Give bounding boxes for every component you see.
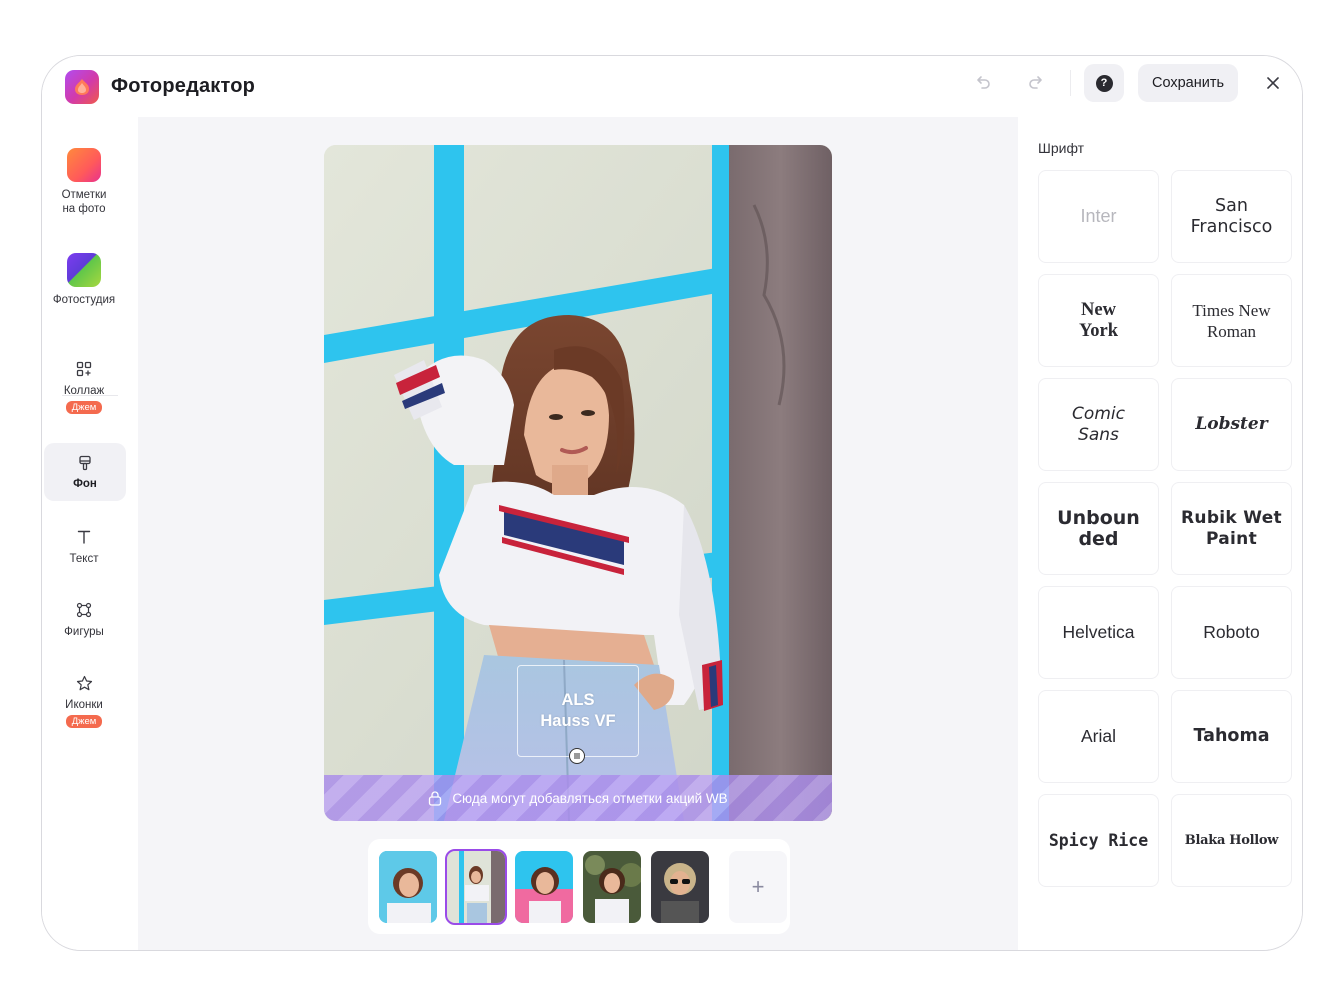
font-option-san-francisco[interactable]: San Francisco [1171,170,1292,263]
app-logo-icon [65,69,99,104]
text-icon [75,528,93,546]
font-option-helvetica[interactable]: Helvetica [1038,586,1159,679]
collage-icon [75,360,93,378]
sidebar-item-photo-notes[interactable]: Отметки на фото [42,148,126,216]
font-option-unbounded[interactable]: Unboun ded [1038,482,1159,575]
close-icon [1267,77,1279,89]
photo-canvas[interactable]: ALS Hauss VF Сюда могут добавляться отме… [324,145,832,821]
sidebar-item-photostudio[interactable]: Фотостудия [42,253,126,307]
canvas-area: ALS Hauss VF Сюда могут добавляться отме… [138,117,1018,950]
wb-promo-notice: Сюда могут добавляться отметки акций WB [324,775,832,821]
panel-title: Шрифт [1038,140,1085,156]
app-header: Фоторедактор ? Сохранить [42,56,1302,117]
move-handle-icon[interactable] [569,748,585,764]
font-panel: Шрифт Inter San Francisco New York Times… [1018,117,1302,950]
sidebar-item-background[interactable]: Фон [44,443,126,501]
sidebar-item-label: Текст [69,553,99,565]
sidebar-item-label: Фигуры [64,626,104,638]
app-title: Фоторедактор [111,75,256,97]
thumbnail-2[interactable] [445,848,507,925]
sidebar-item-icons[interactable]: Иконки Джем [42,674,126,728]
font-option-inter[interactable]: Inter [1038,170,1159,263]
help-button[interactable]: ? [1084,64,1124,102]
thumbnail-3[interactable] [515,850,573,923]
undo-icon [977,76,990,89]
sidebar-item-label: Фон [73,477,97,490]
font-option-lobster[interactable]: Lobster [1171,378,1292,471]
font-option-label: Unboun [1057,506,1140,529]
thumbnail-1[interactable] [379,850,437,923]
font-option-roboto[interactable]: Roboto [1171,586,1292,679]
sidebar-item-label: Фотостудия [52,294,116,306]
left-toolbar: Отметки на фото Фотостудия Коллаж Джем Ф… [42,117,138,950]
font-option-times-new-roman[interactable]: Times New Roman [1171,274,1292,367]
font-option-comic-sans[interactable]: Comic Sans [1038,378,1159,471]
shapes-icon [75,601,93,619]
sidebar-item-label: Отметки на фото [61,189,107,215]
thumbnail-4[interactable] [583,850,641,923]
text-layer-line-2: Hauss VF [540,712,616,730]
text-layer-box[interactable]: ALS Hauss VF [517,665,639,757]
font-option-rubik-wet-paint[interactable]: Rubik Wet Paint [1171,482,1292,575]
editor-window: Фоторедактор ? Сохранить Отметки на фото… [41,55,1303,951]
font-option-blaka-hollow[interactable]: Blaka Hollow [1171,794,1292,887]
font-option-spicy-rice[interactable]: Spicy Rice [1038,794,1159,887]
thumbnail-5[interactable] [651,850,709,923]
font-option-label: ded [1078,527,1119,550]
redo-button[interactable] [1016,64,1056,102]
add-photo-button[interactable]: + [729,850,787,923]
jam-badge: Джем [65,715,103,728]
header-divider [1070,70,1071,96]
sidebar-item-label: Иконки [65,699,103,711]
font-grid: Inter San Francisco New York Times New R… [1038,170,1292,887]
studio-app-icon [67,253,101,287]
help-icon: ? [1095,74,1113,92]
brush-icon [76,454,94,472]
sidebar-item-shapes[interactable]: Фигуры [42,601,126,639]
save-button[interactable]: Сохранить [1138,64,1238,102]
star-icon [75,674,93,692]
thumbnail-strip: + [368,839,790,934]
close-button[interactable] [1255,64,1291,102]
sidebar-item-collage[interactable]: Коллаж Джем [42,360,126,414]
wb-notice-text: Сюда могут добавляться отметки акций WB [452,790,728,806]
notes-app-icon [67,148,101,182]
sidebar-item-text[interactable]: Текст [42,528,126,566]
undo-button[interactable] [963,64,1003,102]
font-option-new-york[interactable]: New York [1038,274,1159,367]
sidebar-item-label: Коллаж [63,385,105,397]
text-layer-line-1: ALS [561,691,595,709]
redo-icon [1029,76,1042,89]
font-option-arial[interactable]: Arial [1038,690,1159,783]
lock-icon [429,791,442,806]
font-option-tahoma[interactable]: Tahoma [1171,690,1292,783]
jam-badge: Джем [65,401,103,414]
